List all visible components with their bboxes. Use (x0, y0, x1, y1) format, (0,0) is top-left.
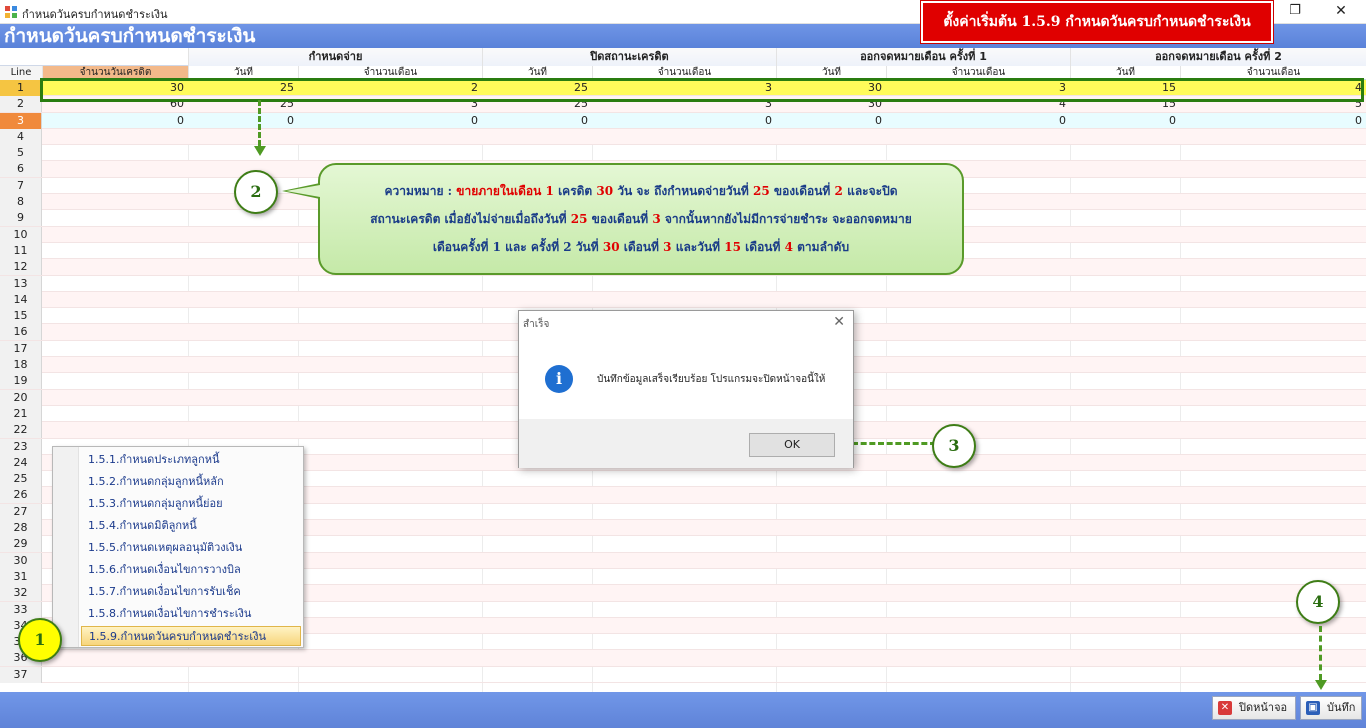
menu-item-1-5-7[interactable]: 1.5.7.กำหนดเงื่อนไขการรับเช็ค (81, 582, 301, 602)
row-line-number[interactable]: 21 (0, 405, 42, 422)
menu-item-1-5-1[interactable]: 1.5.1.กำหนดประเภทลูกหนี้ (81, 450, 301, 470)
step-3-marker: 3 (932, 424, 976, 468)
step-1-marker: 1 (18, 618, 62, 662)
row-line-number[interactable]: 32 (0, 585, 42, 602)
form-title: กำหนดวันครบกำหนดชำระเงิน (4, 25, 256, 47)
row-line-number[interactable]: 7 (0, 177, 42, 194)
table-cell[interactable]: 0 (188, 113, 298, 129)
table-cell[interactable]: 0 (298, 113, 482, 129)
step4-arrow (1315, 680, 1327, 690)
step3-connector (852, 442, 936, 445)
row-line-number[interactable]: 17 (0, 340, 42, 357)
step2-arrow (254, 146, 266, 156)
menu-item-1-5-5[interactable]: 1.5.5.กำหนดเหตุผลอนุมัติวงเงิน (81, 538, 301, 558)
menu-item-1-5-3[interactable]: 1.5.3.กำหนดกลุ่มลูกหนี้ย่อย (81, 494, 301, 514)
table-row[interactable]: 5 (0, 145, 1366, 162)
table-cell[interactable]: 0 (42, 113, 188, 129)
save-button[interactable]: ▣ บันทึก (1300, 696, 1362, 720)
info-icon: i (545, 365, 573, 393)
group-header-letter-1: ออกจดหมายเดือน ครั้งที่ 1 (776, 48, 1070, 66)
dialog-close-icon[interactable]: ✕ (833, 314, 845, 330)
table-row[interactable]: 4 (0, 128, 1366, 146)
row-line-number[interactable]: 3 (0, 112, 42, 129)
row-line-number[interactable]: 16 (0, 324, 42, 341)
step4-connector (1319, 626, 1322, 680)
row-line-number[interactable]: 18 (0, 357, 42, 374)
group-header-letter-2: ออกจดหมายเดือน ครั้งที่ 2 (1070, 48, 1366, 66)
step2-connector (258, 100, 261, 146)
table-row[interactable]: 3000000000 (0, 112, 1366, 129)
row-line-number[interactable]: 23 (0, 438, 42, 455)
bottom-toolbar: ✕ ปิดหน้าจอ ▣ บันทึก (0, 692, 1366, 728)
line-column-header: Line (0, 66, 42, 80)
table-cell[interactable]: 0 (592, 113, 776, 129)
app-icon (5, 6, 17, 18)
row-line-number[interactable]: 5 (0, 145, 42, 162)
table-cell[interactable]: 0 (886, 113, 1070, 129)
table-row[interactable]: 37 (0, 666, 1366, 683)
row-line-number[interactable]: 9 (0, 210, 42, 227)
app-window: กำหนดวันครบกำหนดชำระเงิน ❐ ✕ ตั้งค่าเริ่… (0, 0, 1366, 728)
floppy-disk-icon: ▣ (1306, 701, 1320, 715)
dialog-message: บันทึกข้อมูลเสร็จเรียบร้อย โปรแกรมจะปิดห… (597, 374, 826, 385)
row-line-number[interactable]: 24 (0, 454, 42, 471)
row-line-number[interactable]: 20 (0, 389, 42, 406)
row-line-number[interactable]: 14 (0, 291, 42, 308)
row-line-number[interactable]: 22 (0, 422, 42, 439)
row1-highlight-box (40, 78, 1364, 102)
row-line-number[interactable]: 4 (0, 128, 42, 145)
row-line-number[interactable]: 29 (0, 536, 42, 553)
group-header-payment: กำหนดจ่าย (188, 48, 482, 66)
menu-item-1-5-6[interactable]: 1.5.6.กำหนดเงื่อนไขการวางบิล (81, 560, 301, 580)
table-cell[interactable]: 0 (482, 113, 592, 129)
row-line-number[interactable]: 12 (0, 259, 42, 276)
close-screen-label: ปิดหน้าจอ (1239, 701, 1288, 714)
menu-item-1-5-9[interactable]: 1.5.9.กำหนดวันครบกำหนดชำระเงิน (81, 626, 301, 646)
x-icon: ✕ (1218, 701, 1232, 715)
setting-banner: ตั้งค่าเริ่มต้น 1.5.9 กำหนดวันครบกำหนดชำ… (921, 1, 1273, 43)
row-line-number[interactable]: 27 (0, 503, 42, 520)
success-dialog: สำเร็จ ✕ i บันทึกข้อมูลเสร็จเรียบร้อย โป… (518, 310, 854, 468)
step-4-marker: 4 (1296, 580, 1340, 624)
row-line-number[interactable]: 13 (0, 275, 42, 292)
settings-menu: 1.5.1.กำหนดประเภทลูกหนี้ 1.5.2.กำหนดกลุ่… (52, 446, 304, 648)
window-close-icon[interactable]: ✕ (1326, 0, 1356, 24)
dialog-title: สำเร็จ (523, 319, 550, 330)
close-screen-button[interactable]: ✕ ปิดหน้าจอ (1212, 696, 1296, 720)
explanation-callout: ความหมาย : ขายภายในเดือน 1 เครดิต 30 วัน… (318, 163, 964, 275)
table-cell[interactable]: 0 (1180, 113, 1366, 129)
row-line-number[interactable]: 19 (0, 373, 42, 390)
menu-item-1-5-8[interactable]: 1.5.8.กำหนดเงื่อนไขการชำระเงิน (81, 604, 301, 624)
dialog-footer: OK (519, 419, 853, 468)
menu-item-1-5-4[interactable]: 1.5.4.กำหนดมิติลูกหนี้ (81, 516, 301, 536)
menu-item-1-5-2[interactable]: 1.5.2.กำหนดกลุ่มลูกหนี้หลัก (81, 472, 301, 492)
row-line-number[interactable]: 11 (0, 242, 42, 259)
save-label: บันทึก (1327, 701, 1356, 714)
table-row[interactable]: 13 (0, 275, 1366, 292)
row-line-number[interactable]: 10 (0, 226, 42, 243)
table-row[interactable]: 36 (0, 650, 1366, 667)
row-line-number[interactable]: 8 (0, 194, 42, 211)
row-line-number[interactable]: 33 (0, 601, 42, 618)
row-line-number[interactable]: 6 (0, 161, 42, 178)
step-2-marker: 2 (234, 170, 278, 214)
row-line-number[interactable]: 30 (0, 552, 42, 569)
row-line-number[interactable]: 15 (0, 308, 42, 325)
row-line-number[interactable]: 28 (0, 520, 42, 537)
restore-icon[interactable]: ❐ (1282, 0, 1308, 24)
row-line-number[interactable]: 37 (0, 666, 42, 683)
row-line-number[interactable]: 2 (0, 96, 42, 113)
row-line-number[interactable]: 1 (0, 80, 42, 96)
row-line-number[interactable]: 31 (0, 568, 42, 585)
table-cell[interactable]: 0 (1070, 113, 1180, 129)
window-title: กำหนดวันครบกำหนดชำระเงิน (22, 8, 168, 21)
row-line-number[interactable]: 25 (0, 471, 42, 488)
grid-group-header: กำหนดจ่าย ปิดสถานะเครดิต ออกจดหมายเดือน … (0, 48, 1366, 66)
ok-button[interactable]: OK (749, 433, 835, 457)
table-row[interactable]: 14 (0, 291, 1366, 309)
row-line-number[interactable]: 26 (0, 487, 42, 504)
group-header-close-credit: ปิดสถานะเครดิต (482, 48, 776, 66)
table-cell[interactable]: 0 (776, 113, 886, 129)
